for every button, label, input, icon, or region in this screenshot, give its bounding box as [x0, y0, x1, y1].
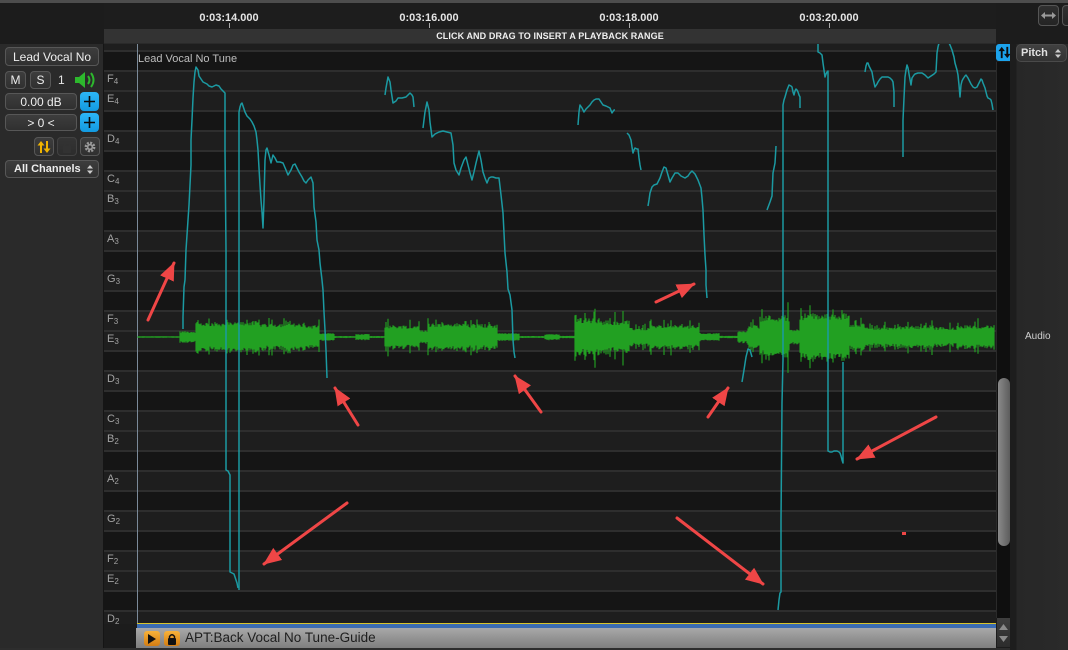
ruler-tick [229, 23, 230, 28]
track-name-button[interactable]: Lead Vocal No [5, 47, 99, 66]
pitch-grid[interactable]: G4 F4 E4 D4 C4 B3 A3 G3 F3 E3 D3 C3 B2 A2 G2 F2 E2 D2 [104, 44, 996, 624]
note-label: G2 [107, 513, 121, 526]
note-label: G4 [107, 44, 120, 46]
pitch-arrows-button[interactable] [34, 137, 54, 156]
pitch-row-white-key: C4 [104, 170, 996, 190]
lane-panel [1010, 44, 1068, 650]
pitch-row-white-key: E4 [104, 90, 996, 110]
pitch-row-black-key [104, 590, 996, 610]
pitch-row-black-key [104, 350, 996, 370]
pitch-row-black-key [104, 490, 996, 510]
pitch-row-white-key: F3 [104, 310, 996, 330]
lane-label: Audio [1025, 331, 1051, 342]
note-label: D2 [107, 613, 120, 624]
note-label: G3 [107, 273, 121, 286]
pan-field[interactable]: > 0 < [5, 114, 77, 131]
plus-icon [84, 96, 95, 107]
vertical-scroll-thumb[interactable] [998, 378, 1010, 546]
pitch-row-white-key: C3 [104, 410, 996, 430]
timeline-ruler[interactable]: 0:03:14.000 0:03:16.000 0:03:18.000 0:03… [104, 3, 996, 29]
pitch-row-black-key [104, 530, 996, 550]
mute-button[interactable]: M [5, 71, 26, 89]
pitch-row-black-key [104, 210, 996, 230]
note-label: A3 [107, 233, 119, 246]
solo-button[interactable]: S [30, 71, 51, 89]
secondary-top-button[interactable] [1062, 5, 1068, 26]
pitch-row-white-key: B2 [104, 430, 996, 450]
clip-start-line [137, 44, 138, 627]
note-label: E2 [107, 573, 119, 586]
pitch-row-white-key: E3 [104, 330, 996, 350]
ruler-tick [829, 23, 830, 28]
note-label: E3 [107, 333, 119, 346]
pitch-row-white-key: D4 [104, 130, 996, 150]
note-label: C3 [107, 413, 120, 426]
scroll-arrows [997, 618, 1010, 647]
channels-select[interactable]: All Channels [5, 160, 99, 178]
pitch-row-black-key [104, 290, 996, 310]
note-label: E4 [107, 93, 119, 106]
gear-icon [84, 141, 96, 152]
pitch-row-white-key: G3 [104, 270, 996, 290]
scroll-down-arrow-icon[interactable] [999, 636, 1008, 642]
note-label: C4 [107, 173, 120, 186]
note-label: B3 [107, 193, 119, 206]
note-label: F3 [107, 313, 119, 326]
note-label: A2 [107, 473, 119, 486]
note-label: F4 [107, 73, 119, 86]
ruler-tick [429, 23, 430, 28]
scroll-up-arrow-icon[interactable] [999, 624, 1008, 630]
pitch-row-white-key: D3 [104, 370, 996, 390]
lock-button[interactable] [57, 137, 77, 156]
pitch-row-black-key [104, 450, 996, 470]
fit-horizontal-button[interactable] [1038, 5, 1059, 26]
play-button[interactable] [144, 631, 160, 646]
horizontal-arrows-icon [1041, 12, 1056, 19]
note-label: B2 [107, 433, 119, 446]
pitch-row-black-key [104, 150, 996, 170]
pitch-row-white-key: D2 [104, 610, 996, 624]
note-label: D4 [107, 133, 120, 146]
volume-field[interactable]: 0.00 dB [5, 93, 77, 110]
pitch-row-white-key: A2 [104, 470, 996, 490]
track-control-panel: Lead Vocal No M S 1 0.00 dB > 0 < All Ch… [0, 44, 104, 650]
pitch-row-black-key [104, 250, 996, 270]
up-down-arrows-icon [37, 140, 51, 153]
note-label: F2 [107, 553, 119, 566]
pitch-row-white-key: F4 [104, 70, 996, 90]
playback-range-bar[interactable]: CLICK AND DRAG TO INSERT A PLAYBACK RANG… [104, 29, 996, 44]
volume-add-button[interactable] [80, 92, 99, 111]
channels-select-value: All Channels [14, 163, 81, 175]
pitch-row-black-key [104, 390, 996, 410]
clip-label: Lead Vocal No Tune [138, 53, 238, 65]
view-mode-value: Pitch [1021, 47, 1048, 59]
pitch-row-white-key: E2 [104, 570, 996, 590]
lock-icon [168, 633, 176, 645]
pitch-row-white-key: B3 [104, 190, 996, 210]
guide-lock-button[interactable] [164, 631, 180, 646]
pan-add-button[interactable] [80, 113, 99, 132]
pitch-row-white-key: F2 [104, 550, 996, 570]
pitch-row-black-key [104, 50, 996, 70]
plus-icon [84, 117, 95, 128]
lock-icon [63, 141, 71, 153]
view-mode-select[interactable]: Pitch [1016, 44, 1067, 62]
note-label: D3 [107, 373, 120, 386]
voice-number: 1 [58, 73, 65, 87]
select-arrows-icon [87, 165, 93, 174]
pitch-row-black-key [104, 110, 996, 130]
speaker-icon[interactable] [74, 70, 100, 90]
guide-track-bar[interactable]: APT:Back Vocal No Tune-Guide [136, 628, 996, 648]
pitch-row-white-key: G2 [104, 510, 996, 530]
play-icon [148, 633, 156, 644]
select-arrows-icon [1055, 49, 1061, 58]
guide-track-label: APT:Back Vocal No Tune-Guide [185, 630, 376, 645]
settings-button[interactable] [80, 137, 100, 156]
pitch-row-white-key: A3 [104, 230, 996, 250]
ruler-tick [629, 23, 630, 28]
